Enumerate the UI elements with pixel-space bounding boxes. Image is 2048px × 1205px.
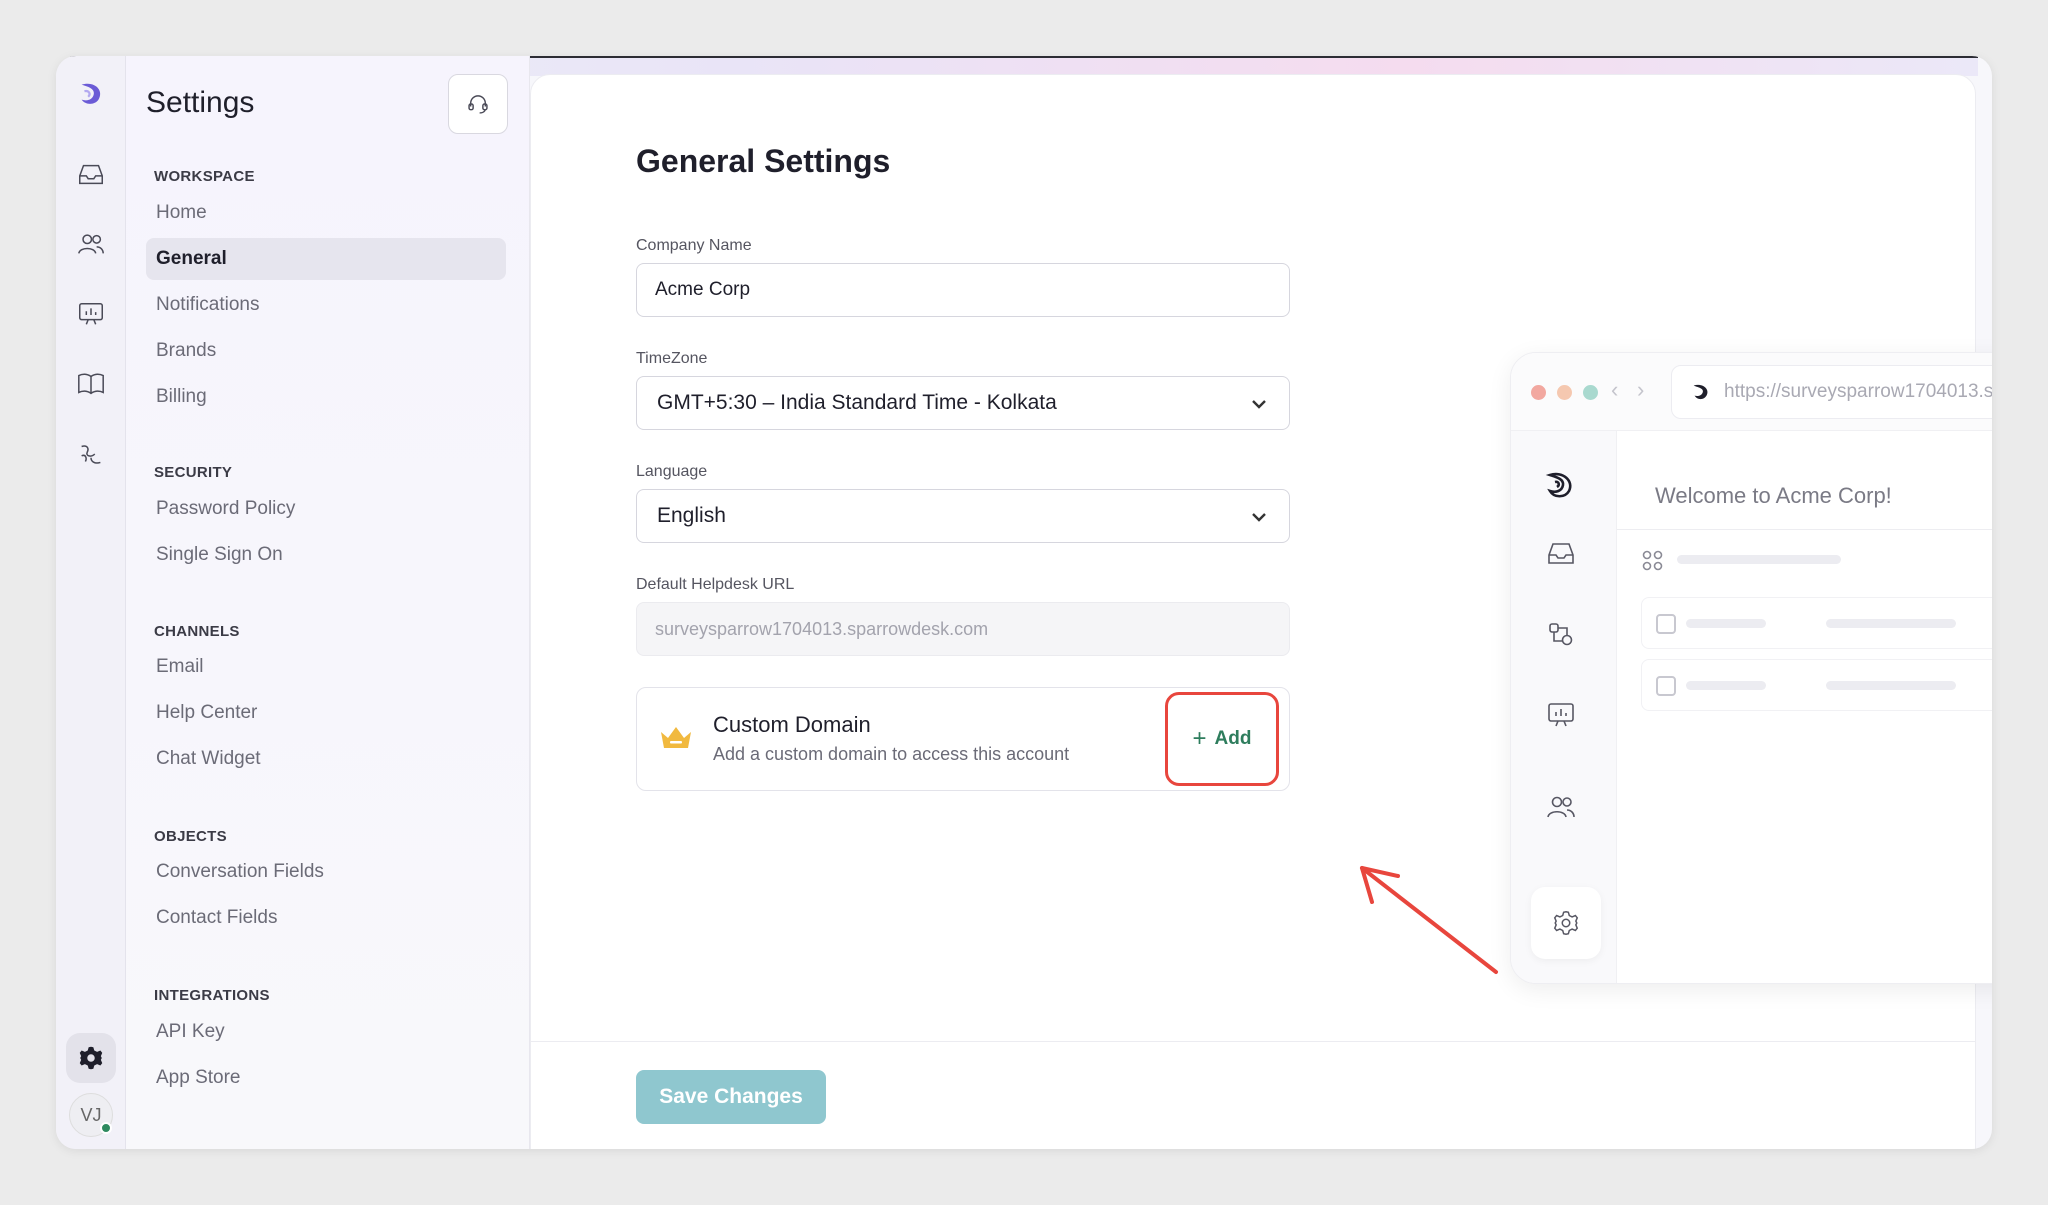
sidebar-item-app-store[interactable]: App Store xyxy=(146,1057,506,1099)
sidebar-item-general[interactable]: General xyxy=(146,238,506,280)
sidebar-item-help-center[interactable]: Help Center xyxy=(146,692,506,734)
placeholder-bar xyxy=(1686,681,1766,690)
close-dot-icon xyxy=(1531,385,1546,400)
sparrow-logo-icon xyxy=(1693,384,1708,400)
preview-rail xyxy=(1511,431,1617,983)
language-label: Language xyxy=(636,463,708,480)
preview-url-bar: https://surveysparrow1704013.sparro xyxy=(1671,365,1992,419)
crown-icon xyxy=(661,727,691,748)
minimize-dot-icon xyxy=(1557,385,1572,400)
custom-domain-title: Custom Domain xyxy=(713,712,871,737)
inbox-icon[interactable] xyxy=(73,156,109,192)
sparrow-logo-icon xyxy=(1545,469,1581,505)
headset-icon xyxy=(468,95,488,114)
preview-welcome-text: Welcome to Acme Corp! xyxy=(1655,483,1892,508)
helpdesk-url-field: surveysparrow1704013.sparrowdesk.com xyxy=(636,602,1290,656)
section-heading-security: SECURITY xyxy=(154,464,233,481)
language-value: English xyxy=(657,504,726,527)
placeholder-bar xyxy=(1677,555,1841,564)
add-custom-domain-button[interactable]: + Add xyxy=(1165,692,1279,786)
chevron-down-icon xyxy=(1249,394,1269,414)
contacts-icon[interactable] xyxy=(73,226,109,262)
section-heading-integrations: INTEGRATIONS xyxy=(154,987,270,1004)
checkbox-icon xyxy=(1656,614,1676,634)
brand-logo-icon[interactable] xyxy=(73,76,109,112)
helpdesk-url-label: Default Helpdesk URL xyxy=(636,576,795,593)
sidebar-item-conversation-fields[interactable]: Conversation Fields xyxy=(146,851,506,893)
back-icon: ‹ xyxy=(1611,377,1619,402)
ai-agent-icon[interactable] xyxy=(73,436,109,472)
settings-gear-icon xyxy=(1531,887,1601,959)
footer-bar: Save Changes xyxy=(531,1041,1975,1149)
timezone-label: TimeZone xyxy=(636,350,708,367)
company-name-value: Acme Corp xyxy=(655,279,751,300)
conversations-icon xyxy=(1545,619,1581,655)
page-title: General Settings xyxy=(636,143,891,179)
timezone-select[interactable]: GMT+5:30 – India Standard Time - Kolkata xyxy=(636,376,1290,430)
contacts-icon xyxy=(1545,791,1581,827)
settings-sidebar: Settings WORKSPACE Home General Notifica… xyxy=(126,56,530,1149)
support-button[interactable] xyxy=(448,74,508,134)
reports-icon xyxy=(1545,699,1581,735)
sidebar-item-billing[interactable]: Billing xyxy=(146,376,506,418)
sidebar-title: Settings xyxy=(146,86,255,119)
custom-domain-card: Custom Domain Add a custom domain to acc… xyxy=(636,687,1290,791)
widget-preview: ‹ › https://surveysparrow1704013.sparro xyxy=(1510,352,1992,984)
knowledge-base-icon[interactable] xyxy=(73,366,109,402)
placeholder-bar xyxy=(1686,619,1766,628)
settings-gear-icon[interactable] xyxy=(66,1033,116,1083)
placeholder-bar xyxy=(1826,681,1956,690)
avatar-initials: VJ xyxy=(80,1104,102,1125)
sidebar-item-api-key[interactable]: API Key xyxy=(146,1011,506,1053)
preview-list-row xyxy=(1641,597,1992,649)
reports-icon[interactable] xyxy=(73,296,109,332)
language-select[interactable]: English xyxy=(636,489,1290,543)
timezone-value: GMT+5:30 – India Standard Time - Kolkata xyxy=(657,391,1057,414)
company-name-input[interactable]: Acme Corp xyxy=(636,263,1290,317)
section-heading-workspace: WORKSPACE xyxy=(154,168,255,185)
preview-list-row xyxy=(1641,659,1992,711)
sidebar-item-brands[interactable]: Brands xyxy=(146,330,506,372)
sidebar-item-password-policy[interactable]: Password Policy xyxy=(146,488,506,530)
online-status-dot xyxy=(100,1122,112,1134)
add-button-label: Add xyxy=(1214,728,1252,749)
preview-divider xyxy=(1617,529,1992,530)
preview-url: https://surveysparrow1704013.sparro xyxy=(1724,381,1992,402)
maximize-dot-icon xyxy=(1583,385,1598,400)
forward-icon: › xyxy=(1637,377,1645,402)
company-name-label: Company Name xyxy=(636,237,752,254)
section-heading-channels: CHANNELS xyxy=(154,623,240,640)
sidebar-item-single-sign-on[interactable]: Single Sign On xyxy=(146,534,506,576)
icon-rail: VJ xyxy=(56,56,126,1149)
plus-icon: + xyxy=(1192,725,1207,752)
chevron-down-icon xyxy=(1249,507,1269,527)
inbox-icon xyxy=(1545,537,1581,573)
grid-icon xyxy=(1642,550,1663,571)
save-changes-button[interactable]: Save Changes xyxy=(636,1070,826,1124)
sidebar-item-home[interactable]: Home xyxy=(146,192,506,234)
annotation-arrow-icon xyxy=(1360,866,1498,974)
section-heading-objects: OBJECTS xyxy=(154,828,227,845)
sidebar-item-chat-widget[interactable]: Chat Widget xyxy=(146,738,506,780)
sidebar-item-email[interactable]: Email xyxy=(146,646,506,688)
helpdesk-url-value: surveysparrow1704013.sparrowdesk.com xyxy=(655,618,989,639)
checkbox-icon xyxy=(1656,676,1676,696)
app-window: VJ Settings WORKSPACE Home General Notif… xyxy=(56,56,1992,1149)
sidebar-item-contact-fields[interactable]: Contact Fields xyxy=(146,897,506,939)
sidebar-item-notifications[interactable]: Notifications xyxy=(146,284,506,326)
preview-browser-bar: ‹ › https://surveysparrow1704013.sparro xyxy=(1511,353,1992,431)
custom-domain-subtitle: Add a custom domain to access this accou… xyxy=(713,744,1070,764)
placeholder-bar xyxy=(1826,619,1956,628)
user-avatar[interactable]: VJ xyxy=(69,1093,113,1137)
